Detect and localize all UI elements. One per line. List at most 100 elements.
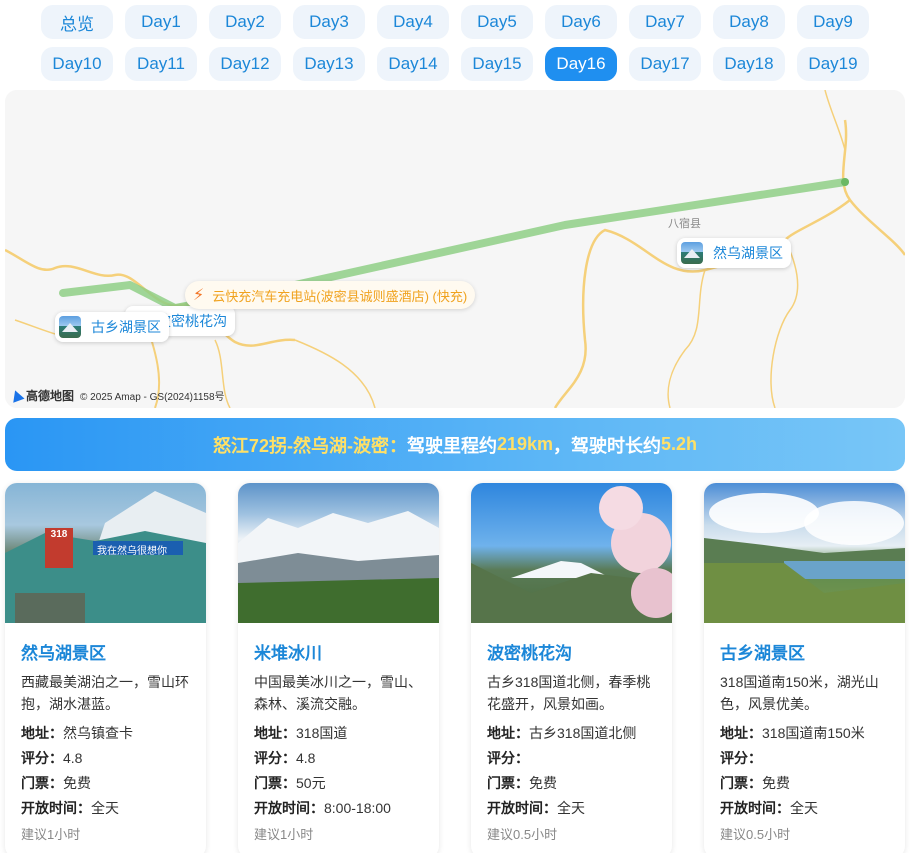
attraction-description: 古乡318国道北侧，春季桃花盛开，风景如画。 — [487, 674, 651, 712]
map-attribution: 高德地图 © 2025 Amap - GS(2024)1158号 — [9, 387, 225, 404]
attraction-title: 米堆冰川 — [254, 644, 322, 663]
ticket-label: 门票： — [720, 775, 762, 791]
ticket-label: 门票： — [21, 775, 63, 791]
attraction-address: 地址：318国道 — [254, 721, 423, 746]
attraction-title: 古乡湖景区 — [720, 644, 805, 663]
tab-day14[interactable]: Day14 — [377, 47, 449, 81]
banner-separator: ， — [553, 435, 572, 456]
address-value: 318国道 — [296, 725, 348, 741]
tab-overview[interactable]: 总览 — [41, 5, 113, 39]
attraction-card-taohua[interactable]: 波密桃花沟 古乡318国道北侧，春季桃花盛开，风景如画。 地址：古乡318国道北… — [471, 483, 672, 853]
tab-day13[interactable]: Day13 — [293, 47, 365, 81]
route-map[interactable]: 八宿县 然乌湖景区 波密桃花沟 古乡湖景区 ⚡ 云快充汽车充电站(波密县诚则盛酒… — [5, 90, 905, 408]
amap-logo: 高德地图 — [9, 387, 75, 404]
tab-day19[interactable]: Day19 — [797, 47, 869, 81]
distance-value: 219km — [496, 434, 554, 454]
hours-value: 全天 — [790, 800, 818, 816]
ticket-value: 免费 — [529, 775, 557, 791]
tab-day16[interactable]: Day16 — [545, 47, 617, 81]
peach-valley-photo-graphic — [471, 486, 672, 623]
tab-day11[interactable]: Day11 — [125, 47, 197, 81]
attraction-rating: 评分： — [720, 746, 889, 771]
attraction-card-guxiang[interactable]: 古乡湖景区 318国道南150米，湖光山色，风景优美。 地址：318国道南150… — [704, 483, 905, 853]
address-label: 地址： — [720, 725, 762, 741]
tab-day3[interactable]: Day3 — [293, 5, 365, 39]
hours-label: 开放时间： — [21, 800, 91, 816]
attraction-rating: 评分：4.8 — [254, 746, 423, 771]
rating-label: 评分： — [487, 750, 529, 766]
attraction-ticket: 门票：免费 — [720, 771, 889, 796]
suggested-duration: 建议0.5小时 — [720, 827, 791, 842]
hours-value: 全天 — [557, 800, 585, 816]
tab-day7[interactable]: Day7 — [629, 5, 701, 39]
attraction-rating: 评分：4.8 — [21, 746, 190, 771]
amap-logo-text: 高德地图 — [26, 389, 75, 403]
attraction-description: 318国道南150米，湖光山色，风景优美。 — [720, 674, 879, 712]
glacier-photo-graphic — [238, 511, 439, 623]
amap-arrow-icon — [9, 388, 25, 403]
map-marker-guxiang[interactable]: 古乡湖景区 — [55, 312, 169, 342]
address-value: 318国道南150米 — [762, 725, 865, 741]
route-name: 怒江72拐-然乌湖-波密： — [212, 435, 407, 456]
attraction-card-midui[interactable]: 米堆冰川 中国最美冰川之一，雪山、森林、溪流交融。 地址：318国道 评分：4.… — [238, 483, 439, 853]
photo-sign-text: 我在然乌很想你 — [97, 546, 167, 557]
tab-day2[interactable]: Day2 — [209, 5, 281, 39]
attraction-title: 然乌湖景区 — [21, 644, 106, 663]
attraction-hours: 开放时间：全天 — [487, 796, 656, 821]
map-copyright: © 2025 Amap - GS(2024)1158号 — [80, 392, 225, 403]
rating-label: 评分： — [254, 750, 296, 766]
duration-value: 5.2h — [661, 434, 698, 454]
hours-label: 开放时间： — [254, 800, 324, 816]
tab-day10[interactable]: Day10 — [41, 47, 113, 81]
attraction-photo — [471, 483, 672, 623]
guxiang-lake-photo-graphic — [704, 493, 905, 623]
tab-day17[interactable]: Day17 — [629, 47, 701, 81]
attraction-hours: 开放时间：全天 — [720, 796, 889, 821]
marker-label: 古乡湖景区 — [91, 319, 161, 335]
attraction-address: 地址：318国道南150米 — [720, 721, 889, 746]
marker-label: 然乌湖景区 — [713, 245, 783, 261]
attraction-rating: 评分： — [487, 746, 656, 771]
photo-badge-318: 318 — [50, 529, 68, 540]
duration-label: 驾驶时长约 — [571, 435, 662, 456]
distance-label: 驾驶里程约 — [406, 435, 497, 456]
tab-day1[interactable]: Day1 — [125, 5, 197, 39]
attraction-ticket: 门票：免费 — [21, 771, 190, 796]
attraction-photo: 318 我在然乌很想你 — [5, 483, 206, 623]
ticket-label: 门票： — [487, 775, 529, 791]
hours-label: 开放时间： — [487, 800, 557, 816]
tab-day18[interactable]: Day18 — [713, 47, 785, 81]
lake-thumbnail-icon — [681, 242, 703, 264]
tab-day4[interactable]: Day4 — [377, 5, 449, 39]
county-label: 八宿县 — [668, 218, 701, 230]
address-value: 古乡318国道北侧 — [529, 725, 637, 741]
hours-value: 8:00-18:00 — [324, 800, 391, 816]
tab-day6[interactable]: Day6 — [545, 5, 617, 39]
tab-day8[interactable]: Day8 — [713, 5, 785, 39]
attraction-photo — [704, 483, 905, 623]
rating-label: 评分： — [21, 750, 63, 766]
attraction-photo — [238, 483, 439, 623]
attraction-hours: 开放时间：8:00-18:00 — [254, 796, 423, 821]
attraction-address: 地址：然乌镇查卡 — [21, 721, 190, 746]
rating-value: 4.8 — [63, 750, 83, 766]
tab-day9[interactable]: Day9 — [797, 5, 869, 39]
ticket-label: 门票： — [254, 775, 296, 791]
day-tabs: 总览 Day1 Day2 Day3 Day4 Day5 Day6 Day7 Da… — [0, 0, 916, 86]
lake-thumbnail-icon — [59, 316, 81, 338]
ticket-value: 免费 — [63, 775, 91, 791]
map-marker-ranwu[interactable]: 然乌湖景区 — [677, 238, 791, 268]
attraction-card-ranwu[interactable]: 318 我在然乌很想你 然乌湖景区 西藏最美湖泊之一，雪山环抱，湖水湛蓝。 地址… — [5, 483, 206, 853]
tab-day15[interactable]: Day15 — [461, 47, 533, 81]
attraction-ticket: 门票：50元 — [254, 771, 423, 796]
rating-value: 4.8 — [296, 750, 316, 766]
attraction-description: 西藏最美湖泊之一，雪山环抱，湖水湛蓝。 — [21, 674, 189, 712]
tab-day12[interactable]: Day12 — [209, 47, 281, 81]
charging-station-label: 云快充汽车充电站(波密县诚则盛酒店) (快充) — [212, 288, 468, 304]
hours-value: 全天 — [91, 800, 119, 816]
ticket-value: 免费 — [762, 775, 790, 791]
address-label: 地址： — [487, 725, 529, 741]
tab-day5[interactable]: Day5 — [461, 5, 533, 39]
rating-label: 评分： — [720, 750, 762, 766]
map-marker-charging-station[interactable]: ⚡ 云快充汽车充电站(波密县诚则盛酒店) (快充) — [185, 281, 476, 309]
